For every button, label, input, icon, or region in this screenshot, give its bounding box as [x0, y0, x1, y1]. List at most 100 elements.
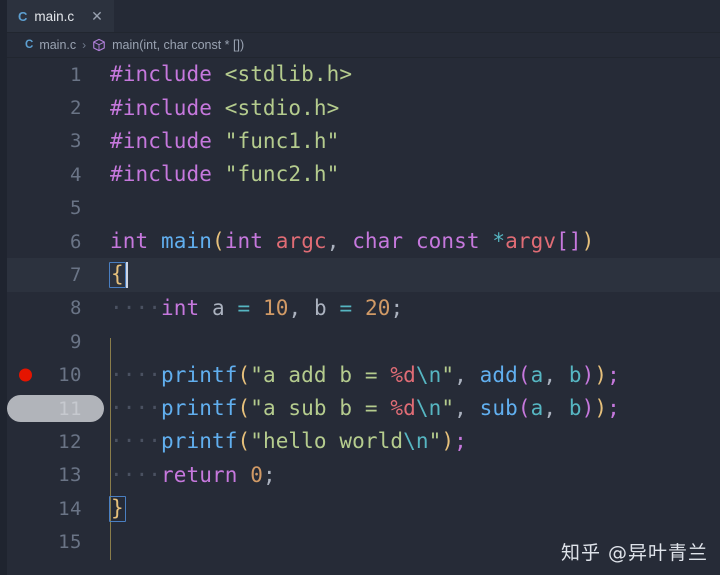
code-line[interactable]: 4 #include "func2.h" [7, 158, 720, 191]
line-gutter[interactable]: 6 [7, 225, 110, 258]
code-text[interactable]: #include <stdio.h> [110, 97, 720, 119]
code-token: , [454, 362, 480, 387]
line-number: 6 [70, 230, 82, 253]
code-line[interactable]: 11 ····printf("a sub b = %d\n", sub(a, b)… [7, 392, 720, 425]
line-number: 12 [58, 430, 82, 453]
line-gutter[interactable]: 14 [7, 492, 110, 525]
tab-main-c[interactable]: C main.c ✕ [7, 0, 114, 32]
line-gutter[interactable]: 8 [7, 292, 110, 325]
code-token: "a add b = [250, 362, 391, 387]
code-line[interactable]: 6 int main(int argc, char const *argv[]) [7, 225, 720, 258]
text-cursor [125, 262, 128, 289]
whitespace-dots: ···· [110, 462, 161, 487]
code-token: " [441, 362, 455, 387]
code-token: sub [479, 396, 518, 421]
bracket-match-highlight: { [109, 262, 126, 289]
code-line[interactable]: 12 ····printf("hello world\n"); [7, 425, 720, 458]
line-gutter[interactable]: 1 [7, 58, 110, 91]
line-number: 10 [58, 364, 82, 387]
editor-tab-bar: C main.c ✕ [7, 0, 720, 33]
line-gutter[interactable]: 11 [7, 392, 110, 425]
line-gutter[interactable]: 5 [7, 192, 110, 225]
code-token: ) [581, 396, 595, 421]
code-token: const [415, 229, 480, 254]
code-text[interactable]: #include "func2.h" [110, 164, 720, 185]
line-gutter[interactable]: 4 [7, 158, 110, 191]
code-text[interactable]: #include <stdlib.h> [110, 64, 720, 85]
code-token: int [224, 229, 263, 254]
code-text[interactable]: ····printf("hello world\n"); [110, 431, 720, 452]
line-gutter[interactable]: 13 [7, 459, 110, 492]
code-token: main [160, 229, 212, 254]
code-token: \n [415, 362, 442, 387]
code-token: 10 [262, 295, 289, 320]
close-icon[interactable]: ✕ [89, 9, 105, 23]
code-token: "func1.h" [224, 128, 340, 153]
code-token: return [160, 462, 238, 487]
c-file-icon: C [25, 39, 34, 51]
code-token: #include [110, 62, 212, 87]
line-gutter[interactable]: 7 [7, 258, 110, 291]
code-text[interactable]: ····printf("a add b = %d\n", add(a, b)); [110, 362, 720, 387]
code-line[interactable]: 2 #include <stdio.h> [7, 91, 720, 124]
code-text[interactable]: { [109, 262, 720, 289]
code-token: , [288, 295, 314, 320]
code-token: a [530, 396, 544, 421]
code-line[interactable]: 13 ····return 0; [7, 459, 720, 492]
code-token: "hello world [250, 429, 404, 454]
code-token: 20 [364, 295, 391, 320]
line-gutter[interactable]: 2 [7, 91, 110, 124]
code-lines: 1 #include <stdlib.h> 2 #include <stdio.h> 3… [7, 58, 720, 559]
line-gutter[interactable]: 10 [7, 359, 110, 392]
code-line[interactable]: 10 ····printf("a add b = %d\n", add(a, b)… [7, 359, 720, 392]
line-gutter[interactable]: 15 [7, 525, 110, 558]
code-token: a [530, 362, 544, 387]
code-token: ) [594, 362, 608, 387]
line-gutter[interactable]: 12 [7, 425, 110, 458]
code-line[interactable]: 7{ [7, 258, 720, 292]
code-token: 0 [250, 462, 263, 487]
code-token: " [428, 429, 442, 454]
code-editor[interactable]: 1 #include <stdlib.h> 2 #include <stdio.h> 3… [7, 58, 720, 575]
code-token: , [454, 396, 480, 421]
code-text[interactable]: #include "func1.h" [110, 128, 720, 153]
code-token: ( [517, 362, 531, 387]
code-token: %d [390, 362, 416, 387]
line-gutter[interactable]: 9 [7, 325, 110, 358]
code-line[interactable]: 9 [7, 325, 720, 358]
breadcrumb: C main.c › main(int, char const * []) [7, 33, 720, 58]
c-file-icon: C [18, 8, 28, 24]
code-token: ( [517, 396, 531, 421]
vscode-editor-window: C main.c ✕ C main.c › main(int, char con… [0, 0, 720, 575]
code-token: ; [607, 362, 620, 387]
code-text[interactable]: ····printf("a sub b = %d\n", sub(a, b)); [110, 398, 720, 419]
code-line[interactable]: 14} [7, 492, 720, 525]
breakpoint-icon[interactable] [19, 368, 32, 382]
code-line[interactable]: 5 [7, 192, 720, 225]
code-token: #include [110, 128, 212, 153]
code-token: ( [211, 229, 225, 254]
code-line[interactable]: 1 #include <stdlib.h> [7, 58, 720, 91]
code-line[interactable]: 3 #include "func1.h" [7, 125, 720, 158]
code-text[interactable]: ····return 0; [110, 462, 720, 487]
code-token: ) [581, 362, 595, 387]
code-line[interactable]: 8 ····int a = 10, b = 20; [7, 292, 720, 325]
code-token: , [326, 229, 353, 254]
line-number: 2 [70, 97, 82, 120]
code-token: argv [505, 229, 557, 254]
gutter-hover-pill[interactable] [7, 395, 104, 423]
code-text[interactable]: ····int a = 10, b = 20; [110, 295, 720, 320]
breadcrumb-file[interactable]: main.c [39, 38, 76, 52]
whitespace-dots: ···· [110, 362, 161, 387]
code-text[interactable]: int main(int argc, char const *argv[]) [110, 231, 720, 252]
breadcrumb-symbol[interactable]: main(int, char const * []) [112, 38, 244, 52]
code-text[interactable]: } [109, 495, 720, 522]
line-gutter[interactable]: 3 [7, 125, 110, 158]
line-number: 7 [70, 264, 82, 287]
